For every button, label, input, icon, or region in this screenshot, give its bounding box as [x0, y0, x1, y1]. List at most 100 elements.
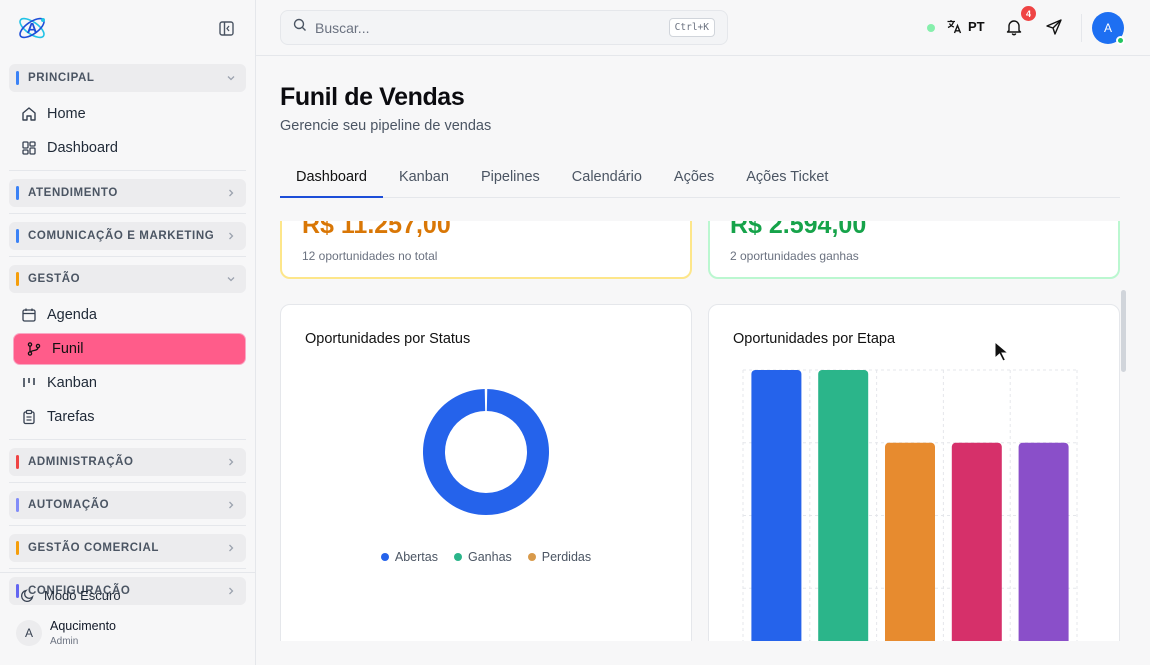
kanban-icon	[21, 375, 37, 391]
bar-5[interactable]	[1018, 442, 1069, 641]
legend-item-ganhas[interactable]: Ganhas	[453, 550, 512, 564]
mouse-cursor-icon	[994, 340, 1012, 363]
clipboard-icon	[21, 409, 37, 425]
chevron-right-icon	[226, 231, 236, 241]
chart-title: Oportunidades por Etapa	[733, 331, 896, 347]
tab-acoes[interactable]: Ações	[658, 161, 730, 198]
search-input[interactable]	[315, 19, 669, 36]
sidebar-item-label: Tarefas	[47, 409, 95, 425]
group-label: ATENDIMENTO	[28, 187, 118, 199]
user-name: Aqucimento	[50, 619, 117, 633]
divider	[9, 482, 246, 483]
calendar-icon	[21, 307, 37, 323]
language-switcher[interactable]: PT	[946, 18, 985, 35]
bar-1[interactable]	[751, 370, 802, 641]
donut-slice-abertas[interactable]	[423, 389, 549, 515]
search-box[interactable]: Ctrl+K	[280, 10, 728, 45]
divider	[9, 170, 246, 171]
group-color-bar	[16, 498, 19, 512]
group-label: ADMINISTRAÇÃO	[28, 456, 134, 468]
won-value: R$ 2.594,00	[730, 221, 867, 239]
group-administracao[interactable]: ADMINISTRAÇÃO	[9, 448, 246, 476]
tab-dashboard[interactable]: Dashboard	[280, 161, 383, 198]
tab-bar: Dashboard Kanban Pipelines Calendário Aç…	[280, 161, 1120, 198]
group-gestao[interactable]: GESTÃO	[9, 265, 246, 293]
sidebar-nav: PRINCIPAL Home Dashboard ATENDIMENTO COM…	[0, 56, 255, 605]
connection-status-dot	[927, 24, 935, 32]
dashboard-scroll-area[interactable]: R$ 11.257,00 12 oportunidades no total R…	[280, 221, 1130, 641]
sidebar-item-label: Dashboard	[47, 140, 118, 156]
group-atendimento[interactable]: ATENDIMENTO	[9, 179, 246, 207]
search-icon	[293, 18, 307, 37]
group-color-bar	[16, 71, 19, 85]
stage-chart-card: Oportunidades por Etapa	[708, 304, 1120, 641]
divider	[9, 439, 246, 440]
sidebar-item-label: Agenda	[47, 307, 97, 323]
total-caption: 12 oportunidades no total	[302, 249, 438, 263]
dark-mode-label: Modo Escuro	[44, 587, 121, 603]
sidebar-item-tarefas[interactable]: Tarefas	[9, 401, 246, 433]
group-gestao-comercial[interactable]: GESTÃO COMERCIAL	[9, 534, 246, 562]
sidebar-footer: Modo Escuro A Aqucimento Admin	[0, 572, 255, 647]
user-role: Admin	[50, 636, 79, 647]
chart-legend: Abertas Ganhas Perdidas	[281, 550, 691, 564]
chevron-right-icon	[226, 543, 236, 553]
topbar: Ctrl+K PT 4 A	[256, 0, 1150, 56]
bar-chart	[742, 369, 1078, 641]
bell-icon[interactable]	[1005, 18, 1025, 38]
online-status-dot	[1116, 36, 1125, 45]
total-value: R$ 11.257,00	[302, 221, 451, 239]
legend-dot	[527, 553, 536, 561]
group-color-bar	[16, 455, 19, 469]
chevron-down-icon	[226, 73, 236, 83]
group-principal[interactable]: PRINCIPAL	[9, 64, 246, 92]
tab-acoes-ticket[interactable]: Ações Ticket	[730, 161, 844, 198]
sidebar-item-agenda[interactable]: Agenda	[9, 299, 246, 331]
group-label: AUTOMAÇÃO	[28, 499, 110, 511]
bar-4[interactable]	[951, 442, 1002, 641]
scrollbar-thumb[interactable]	[1121, 290, 1126, 372]
group-color-bar	[16, 272, 19, 286]
sidebar-header: A	[0, 0, 255, 56]
sidebar-item-label: Funil	[52, 341, 84, 357]
legend-dot	[453, 553, 462, 561]
atom-logo-icon[interactable]: A	[16, 12, 48, 44]
page-title: Funil de Vendas	[280, 83, 465, 111]
tab-kanban[interactable]: Kanban	[383, 161, 465, 198]
sidebar-item-kanban[interactable]: Kanban	[9, 367, 246, 399]
tab-calendario[interactable]: Calendário	[556, 161, 658, 198]
main-content: Funil de Vendas Gerencie seu pipeline de…	[256, 57, 1150, 665]
sidebar-collapse-icon[interactable]	[217, 19, 235, 37]
chevron-right-icon	[226, 500, 236, 510]
sidebar-item-dashboard[interactable]: Dashboard	[9, 132, 246, 164]
chevron-down-icon	[226, 274, 236, 284]
home-icon	[21, 106, 37, 122]
won-value-card: R$ 2.594,00 2 oportunidades ganhas	[708, 221, 1120, 279]
legend-label: Ganhas	[467, 550, 512, 564]
dark-mode-toggle[interactable]: Modo Escuro	[20, 587, 235, 603]
user-profile[interactable]: A Aqucimento Admin	[16, 619, 235, 647]
legend-item-abertas[interactable]: Abertas	[380, 550, 438, 564]
group-automacao[interactable]: AUTOMAÇÃO	[9, 491, 246, 519]
divider	[1081, 14, 1082, 42]
legend-item-perdidas[interactable]: Perdidas	[527, 550, 592, 564]
sidebar-item-label: Home	[47, 106, 86, 122]
tab-pipelines[interactable]: Pipelines	[465, 161, 556, 198]
language-label: PT	[968, 19, 985, 34]
legend-label: Perdidas	[541, 550, 592, 564]
group-color-bar	[16, 186, 19, 200]
page-subtitle: Gerencie seu pipeline de vendas	[280, 118, 492, 134]
send-icon[interactable]	[1045, 18, 1065, 38]
shortcut-hint: Ctrl+K	[668, 18, 715, 37]
sidebar: A PRINCIPAL Home Dashboard ATENDIMENTO C…	[0, 0, 256, 665]
legend-dot	[380, 553, 389, 561]
divider	[9, 256, 246, 257]
chevron-right-icon	[226, 457, 236, 467]
won-caption: 2 oportunidades ganhas	[730, 249, 859, 263]
sidebar-item-home[interactable]: Home	[9, 98, 246, 130]
bar-3[interactable]	[885, 442, 935, 641]
sidebar-item-funil[interactable]: Funil	[13, 333, 246, 365]
bar-2[interactable]	[818, 370, 869, 641]
divider	[9, 525, 246, 526]
group-comunicacao-marketing[interactable]: COMUNICAÇÃO E MARKETING	[9, 222, 246, 250]
